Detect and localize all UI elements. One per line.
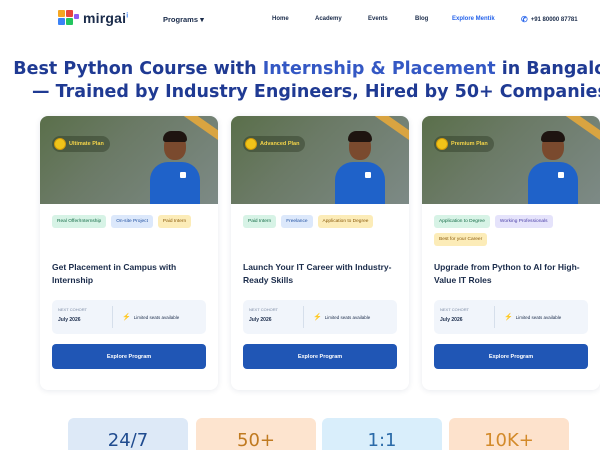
program-card-1[interactable]: Ultimate Plan Real Offer/Internship On-s… (40, 116, 218, 390)
plan-badge: Ultimate Plan (52, 136, 110, 152)
mentor-photo (526, 128, 580, 204)
page-title: Best Python Course with Internship & Pla… (0, 58, 600, 104)
card-banner: Premium Plan (422, 116, 600, 204)
plan-coin-icon (245, 138, 257, 150)
stat-support: 24/7 (68, 418, 188, 450)
bolt-icon: ⚡ (313, 314, 322, 321)
logo-mark-icon (58, 10, 80, 26)
card-tags: Paid Intern Freelance Application to Deg… (243, 215, 403, 228)
cohort-label: NEXT COHORT (58, 307, 87, 312)
nav-link-blog[interactable]: Blog (415, 16, 428, 22)
seats-text: Limited seats available (133, 314, 180, 320)
tag: On-site Project (111, 215, 153, 228)
tag: Best for your Career (434, 233, 488, 246)
explore-program-button[interactable]: Explore Program (243, 344, 397, 369)
card-tags: Real Offer/Internship On-site Project Pa… (52, 215, 212, 228)
plan-coin-icon (54, 138, 66, 150)
tag: Paid Intern (157, 215, 192, 228)
card-title: Get Placement in Campus with Internship (52, 262, 177, 285)
page-title-line-2: — Trained by Industry Engineers, Hired b… (32, 82, 600, 102)
seats-text: Limited seats available (324, 314, 371, 320)
nav-link-events[interactable]: Events (368, 16, 388, 22)
card-banner: Ultimate Plan (40, 116, 218, 204)
nav-link-home[interactable]: Home (272, 16, 289, 22)
stat-companies: 50+ (196, 418, 316, 450)
seats-text: Limited seats available (515, 314, 562, 320)
tag: Application to Degree (434, 215, 490, 228)
plan-badge: Advanced Plan (243, 136, 306, 152)
cohort-date: July 2026 (440, 317, 463, 323)
nav-programs-dropdown[interactable]: Programs ▾ (163, 15, 204, 24)
bolt-icon: ⚡ (504, 314, 513, 321)
program-card-3[interactable]: Premium Plan Application to Degree Worki… (422, 116, 600, 390)
logo-text: mirgaii (83, 10, 129, 26)
card-banner: Advanced Plan (231, 116, 409, 204)
tag: Application to Degree (317, 215, 374, 228)
card-tags: Application to Degree Working Profession… (434, 215, 594, 246)
explore-program-button[interactable]: Explore Program (52, 344, 206, 369)
cohort-info: NEXT COHORT July 2026 ⚡ Limited seats avai… (434, 300, 588, 334)
card-title: Launch Your IT Career with Industry-Read… (243, 262, 392, 285)
bolt-icon: ⚡ (122, 314, 131, 321)
cohort-date: July 2026 (249, 317, 272, 323)
card-title: Upgrade from Python to AI for High-Value… (434, 262, 580, 285)
cohort-label: NEXT COHORT (440, 307, 469, 312)
plan-badge: Premium Plan (434, 136, 494, 152)
mentor-photo (333, 128, 387, 204)
plan-coin-icon (436, 138, 448, 150)
mentor-photo (148, 128, 202, 204)
tag: Freelance (281, 215, 313, 228)
phone-icon: ✆ (521, 15, 528, 24)
top-navigation: mirgaii Programs ▾ Home Academy Events B… (0, 0, 600, 40)
phone-number: +91 80000 87781 (530, 16, 578, 23)
nav-link-academy[interactable]: Academy (315, 16, 342, 22)
stat-mentorship: 1:1 (322, 418, 442, 450)
stat-learners: 10K+ (449, 418, 569, 450)
page-title-line-1: Best Python Course with Internship & Pla… (13, 59, 600, 79)
brand-logo[interactable]: mirgaii (58, 10, 128, 26)
program-card-2[interactable]: Advanced Plan Paid Intern Freelance Appl… (231, 116, 409, 390)
nav-phone[interactable]: ✆ +91 80000 87781 (521, 15, 578, 24)
cohort-info: NEXT COHORT July 2026 ⚡ Limited seats avai… (52, 300, 206, 334)
nav-link-explore[interactable]: Explore Mentik (452, 16, 495, 22)
tag: Paid Intern (243, 215, 277, 228)
cohort-info: NEXT COHORT July 2026 ⚡ Limited seats avai… (243, 300, 397, 334)
explore-program-button[interactable]: Explore Program (434, 344, 588, 369)
cohort-date: July 2026 (58, 317, 81, 323)
tag: Working Professionals (494, 215, 553, 228)
chevron-down-icon: ▾ (200, 15, 204, 24)
cohort-label: NEXT COHORT (249, 307, 278, 312)
tag: Real Offer/Internship (52, 215, 107, 228)
